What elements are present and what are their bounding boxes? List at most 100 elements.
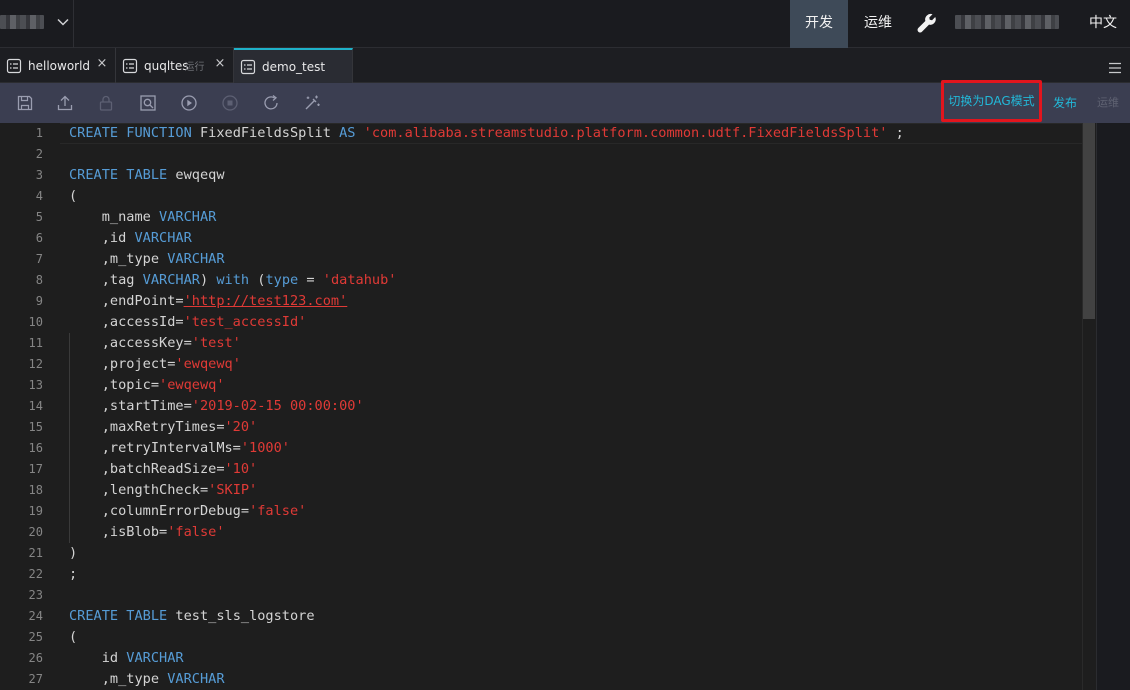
code-text: ) [69,545,78,561]
document-icon [6,58,22,74]
code-line: ,tag VARCHAR) with (type = 'datahub' [69,270,397,291]
code-line: ,project='ewqewq' [69,354,241,375]
line-number: 19 [28,504,43,518]
line-number: 7 [35,252,43,266]
code-line: ; [69,564,77,585]
code-text: ; [69,566,78,582]
nav-develop[interactable]: 开发 [790,0,848,48]
code-line: ,topic='ewqewq' [69,375,225,396]
code-text: FixedFieldsSplit [199,125,340,141]
language-switch[interactable]: 中文 [1080,0,1126,48]
line-number: 10 [28,315,43,329]
tab-label: helloworld [28,58,91,73]
code-text: ,isBlob= [69,524,168,540]
code-string: '10' [224,461,258,477]
code-text: ( [249,272,266,288]
refresh-icon[interactable] [262,94,280,112]
code-keyword: CREATE TABLE [69,608,176,624]
code-line: ,accessId='test_accessId' [69,312,307,333]
line-number: 23 [28,588,43,602]
line-number: 5 [35,210,43,224]
user-account-redacted[interactable] [955,15,1059,29]
document-icon [122,58,138,74]
code-editor[interactable]: 1 2 3 4 5 6 7 8 9 10 11 12 13 14 15 16 17 18 19 20 21 22 23 24 2… [0,123,1096,690]
wrench-icon[interactable] [916,12,938,34]
code-text: = [298,272,323,288]
code-keyword: VARCHAR [134,230,192,246]
line-number: 1 [35,126,43,140]
code-text: ,m_type [69,671,168,687]
workspace-name-redacted[interactable] [0,15,44,29]
tab-helloworld[interactable]: helloworld × [0,48,116,83]
save-icon[interactable] [16,94,34,112]
code-text: ,accessId= [69,314,184,330]
code-text: m_name [69,209,160,225]
line-number: 12 [28,357,43,371]
stop-icon [221,94,239,112]
code-text: ,retryIntervalMs= [69,440,241,456]
line-number: 6 [35,231,43,245]
code-text: ,tag [69,272,143,288]
code-line: ( [69,186,77,207]
code-string: 'test' [191,335,241,351]
line-number: 4 [35,189,43,203]
magic-format-icon[interactable] [303,94,321,112]
code-text: ,batchReadSize= [69,461,225,477]
code-line: CREATE TABLE ewqeqw [69,165,225,186]
file-tab-bar: helloworld × quqltes 运行 × demo_test [0,48,1130,83]
search-preview-icon[interactable] [139,94,157,112]
indent-guide [69,333,70,543]
operations-button: 运维 [1097,96,1119,109]
code-line: ,batchReadSize='10' [69,459,258,480]
line-number: 11 [28,336,43,350]
code-text: ( [69,629,78,645]
tab-demo-test[interactable]: demo_test [234,48,353,83]
close-icon[interactable]: × [214,57,226,70]
code-text: ; [887,125,904,141]
code-line: ,retryIntervalMs='1000' [69,438,290,459]
code-string: 'SKIP' [208,482,258,498]
line-number: 18 [28,483,43,497]
code-text: ,project= [69,356,176,372]
code-text: ,m_type [69,251,168,267]
code-keyword: VARCHAR [167,251,225,267]
code-line: ,m_type VARCHAR [69,249,225,270]
line-number: 22 [28,567,43,581]
code-keyword: VARCHAR [142,272,200,288]
code-text: test_sls_logstore [175,608,315,624]
code-line: ,endPoint='http://test123.com' [69,291,348,312]
code-text: ewqeqw [175,167,225,183]
code-text: ,accessKey= [69,335,192,351]
line-number: 21 [28,546,43,560]
run-icon[interactable] [180,94,198,112]
code-string: '2019-02-15 00:00:00' [191,398,364,414]
code-keyword: with [216,272,250,288]
line-number: 24 [28,609,43,623]
line-number: 2 [35,147,43,161]
code-keyword: type [265,272,299,288]
top-nav-bar: 开发 运维 中文 [0,0,1130,48]
line-number: 3 [35,168,43,182]
code-text: ) [199,272,217,288]
publish-button[interactable]: 发布 [1053,83,1077,123]
code-line: ( [69,627,77,648]
code-text: ,topic= [69,377,160,393]
switch-to-dag-mode-button[interactable]: 切换为DAG模式 [941,80,1042,122]
line-number: 8 [35,273,43,287]
tab-running-hint: 运行 [184,62,205,73]
code-text: ( [69,188,78,204]
code-text: ,lengthCheck= [69,482,209,498]
line-number: 27 [28,672,43,686]
close-icon[interactable]: × [96,57,108,70]
menu-icon[interactable] [1108,59,1122,74]
upload-icon[interactable] [56,94,74,112]
code-text: id [69,650,127,666]
chevron-down-icon[interactable] [56,14,70,28]
code-line: CREATE FUNCTION FixedFieldsSplit AS 'com… [69,123,904,144]
code-line: ,id VARCHAR [69,228,192,249]
line-number: 25 [28,630,43,644]
nav-operations[interactable]: 运维 [852,0,904,48]
tab-quqltes[interactable]: quqltes 运行 × [116,48,234,83]
code-text: ,maxRetryTimes= [69,419,225,435]
scrollbar-thumb[interactable] [1083,123,1095,319]
